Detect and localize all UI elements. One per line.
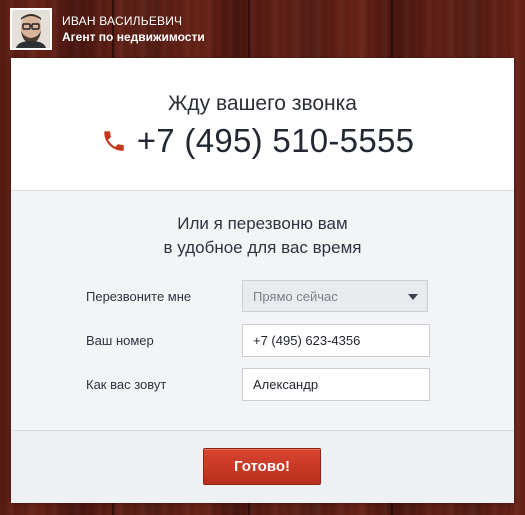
agent-role: Агент по недвижимости — [62, 30, 205, 44]
callback-heading: Или я перезвоню вам в удобное для вас вр… — [11, 212, 514, 260]
agent-phone-number: +7 (495) 510-5555 — [136, 122, 415, 159]
callback-form-fields: Перезвоните мне Прямо сейчас Ваш номер К… — [86, 280, 446, 412]
when-row: Перезвоните мне Прямо сейчас — [86, 280, 446, 314]
submit-button[interactable]: Готово! — [203, 448, 321, 485]
agent-header: ИВАН ВАСИЛЬЕВИЧ Агент по недвижимости — [10, 8, 205, 50]
callback-line-2: в удобное для вас время — [163, 238, 362, 257]
phone-row-field: Ваш номер — [86, 324, 446, 358]
name-label: Как вас зовут — [86, 377, 167, 392]
when-label: Перезвоните мне — [86, 289, 192, 304]
wait-call-title: Жду вашего звонка — [168, 92, 357, 115]
chevron-down-icon — [408, 294, 418, 300]
agent-info: ИВАН ВАСИЛЬЕВИЧ Агент по недвижимости — [62, 13, 205, 45]
when-select[interactable]: Прямо сейчас — [242, 280, 428, 312]
when-select-value: Прямо сейчас — [253, 289, 338, 304]
callback-line-1: Или я перезвоню вам — [177, 214, 348, 233]
phone-icon — [103, 131, 124, 151]
avatar — [10, 8, 52, 50]
call-me-section: Жду вашего звонка +7 (495) 510-5555 — [11, 58, 514, 191]
name-row: Как вас зовут — [86, 368, 446, 402]
form-footer: Готово! — [11, 430, 514, 503]
phone-row: +7 (495) 510-5555 — [11, 122, 514, 160]
phone-label: Ваш номер — [86, 333, 154, 348]
agent-name: ИВАН ВАСИЛЬЕВИЧ — [62, 14, 183, 28]
phone-input[interactable] — [242, 324, 430, 357]
name-input[interactable] — [242, 368, 430, 401]
